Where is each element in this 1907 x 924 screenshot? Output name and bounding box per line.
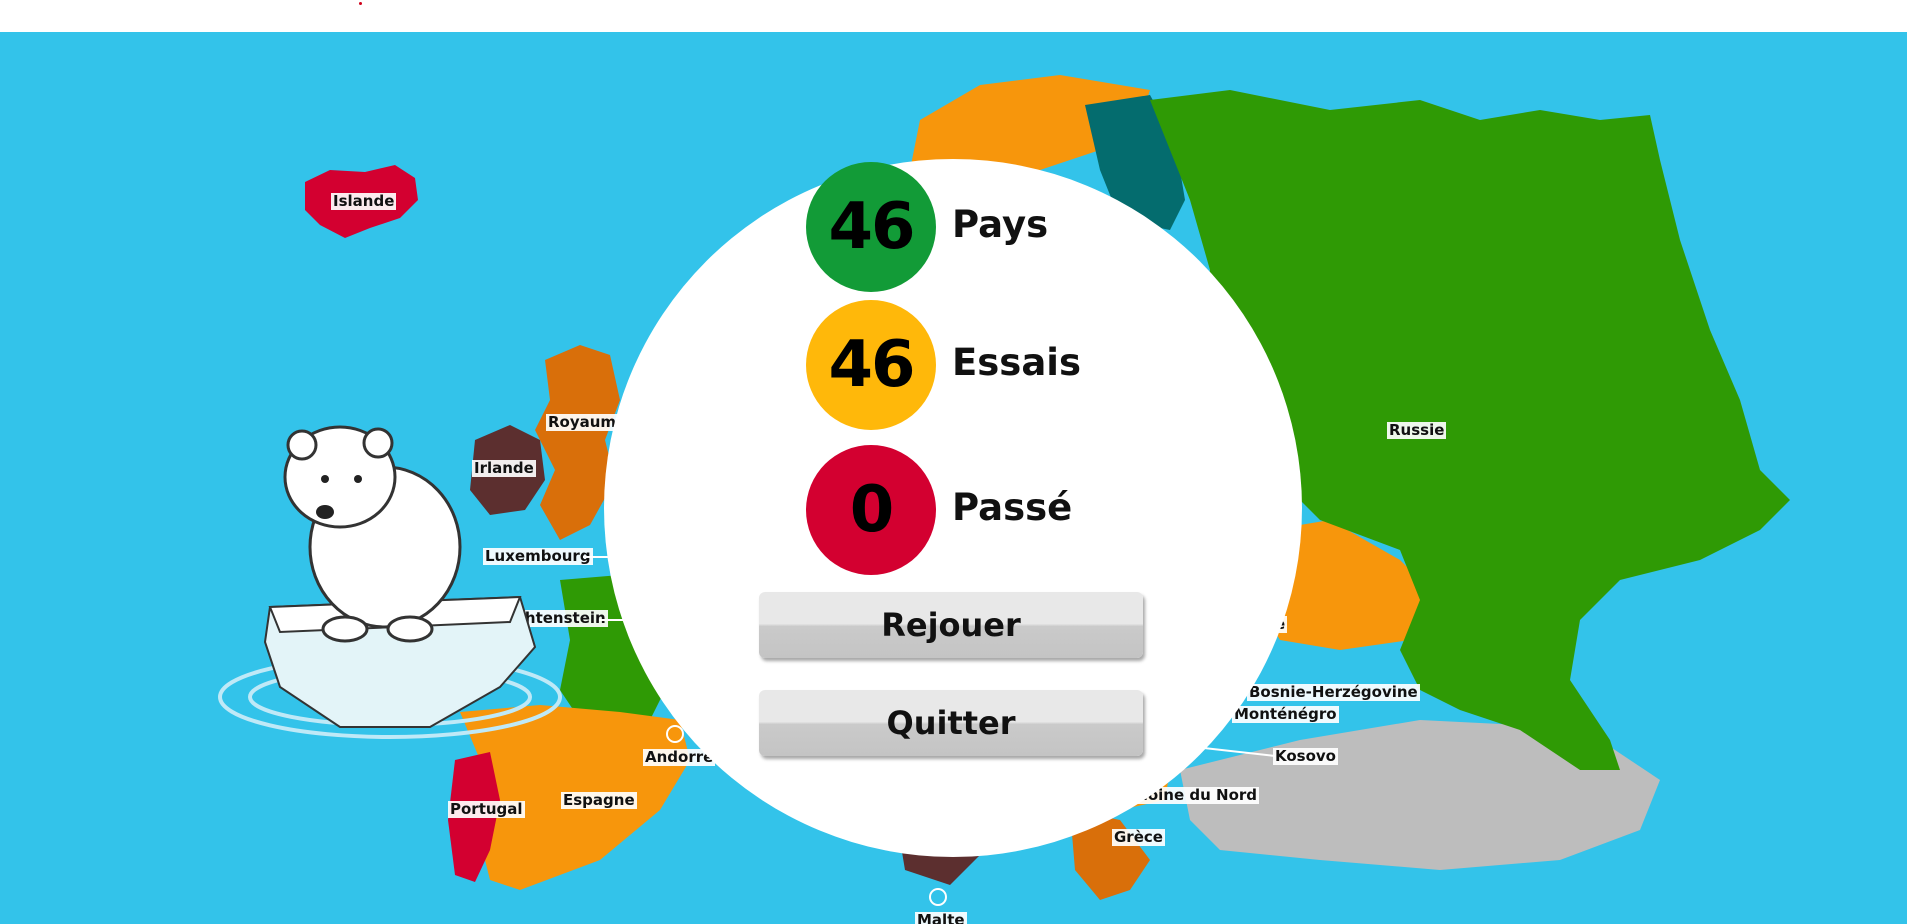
skipped-count-badge: 0 [806,445,936,575]
label-malta: Malte [915,912,967,924]
label-bosnia: Bosnie-Herzégovine [1247,683,1420,701]
label-kosovo: Kosovo [1273,747,1338,765]
red-dot [359,2,362,5]
tries-label: Essais [952,341,1081,384]
tries-count-badge: 46 [806,300,936,430]
marker-malta [929,888,947,906]
top-bar [0,0,1907,32]
label-iceland: Islande [331,192,397,210]
label-greece: Grèce [1112,828,1165,846]
skipped-label: Passé [952,486,1073,529]
replay-button[interactable]: Rejouer [759,592,1143,658]
quit-button[interactable]: Quitter [759,690,1143,756]
countries-count-badge: 46 [806,162,936,292]
polar-bear-mascot [218,425,562,739]
label-russia: Russie [1387,421,1447,439]
label-montenegro: Monténégro [1232,705,1339,723]
label-portugal: Portugal [448,800,525,818]
europe-map: Islande Royaum Irlande Luxembourg chtens… [0,32,1907,924]
countries-label: Pays [952,203,1049,246]
label-spain: Espagne [561,791,637,809]
